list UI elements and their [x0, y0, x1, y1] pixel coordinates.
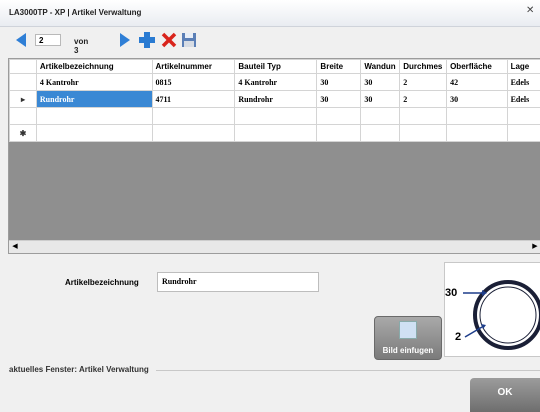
- table-cell[interactable]: [35, 124, 153, 142]
- table-cell[interactable]: Rundrohr: [234, 90, 318, 108]
- table-cell[interactable]: 2: [399, 90, 448, 108]
- wall-dimension-label: 2: [455, 331, 462, 343]
- status-text: aktuelles Fenster: Artikel Verwaltung: [9, 365, 149, 374]
- image-icon: [399, 321, 417, 339]
- row-selector[interactable]: ✱: [9, 124, 37, 142]
- row-selector[interactable]: [9, 107, 37, 125]
- articles-grid: Artikelbezeichnung Artikelnummer Bauteil T…: [8, 58, 540, 254]
- column-header[interactable]: Oberfläche: [446, 59, 508, 74]
- table-row[interactable]: 4 Kantrohr 0815 4 Kantrohr 30 30 2 42 Edels: [9, 73, 540, 91]
- scroll-left-icon[interactable]: ◀: [10, 241, 20, 253]
- previous-record-icon[interactable]: [14, 32, 28, 48]
- table-cell[interactable]: Rundrohr: [35, 90, 153, 108]
- record-count-label: von 3: [74, 37, 89, 55]
- table-cell[interactable]: [446, 107, 508, 125]
- table-header-row: Artikelbezeichnung Artikelnummer Bauteil T…: [9, 59, 540, 74]
- table-cell[interactable]: [506, 107, 540, 125]
- table-cell[interactable]: [234, 107, 318, 125]
- column-header[interactable]: Breite: [316, 59, 362, 74]
- column-header[interactable]: Lage: [506, 59, 540, 74]
- name-label: Artikelbezeichnung: [65, 278, 139, 287]
- table-row[interactable]: [9, 107, 540, 125]
- name-input[interactable]: Rundrohr: [157, 272, 319, 292]
- table-cell[interactable]: [446, 124, 508, 142]
- table-cell[interactable]: 30: [360, 73, 401, 91]
- column-header[interactable]: Durchmes: [399, 59, 448, 74]
- table-cell[interactable]: [35, 107, 153, 125]
- table-cell[interactable]: [360, 107, 401, 125]
- table-body: 4 Kantrohr 0815 4 Kantrohr 30 30 2 42 Edels ▸ Run…: [9, 73, 540, 142]
- column-header[interactable]: Artikelbezeichnung: [35, 59, 153, 74]
- table-cell[interactable]: [151, 124, 236, 142]
- table-cell[interactable]: 30: [316, 90, 362, 108]
- table-cell[interactable]: 4 Kantrohr: [35, 73, 153, 91]
- table-cell[interactable]: Edels: [506, 90, 540, 108]
- column-header[interactable]: Artikelnummer: [151, 59, 236, 74]
- articles-table: Artikelbezeichnung Artikelnummer Bauteil T…: [9, 59, 540, 142]
- table-cell[interactable]: 4711: [151, 90, 236, 108]
- next-record-icon[interactable]: [118, 32, 132, 48]
- save-icon[interactable]: [181, 32, 197, 48]
- table-cell[interactable]: 0815: [151, 73, 236, 91]
- table-cell[interactable]: 30: [360, 90, 401, 108]
- table-cell[interactable]: [151, 107, 236, 125]
- profile-image-panel: 30 2: [444, 262, 540, 357]
- row-selector[interactable]: [9, 73, 37, 91]
- column-header[interactable]: Wandun: [360, 59, 401, 74]
- table-cell[interactable]: [316, 107, 362, 125]
- delete-record-icon[interactable]: [160, 31, 178, 49]
- table-cell[interactable]: 42: [446, 73, 508, 91]
- status-divider: [156, 370, 540, 371]
- table-row[interactable]: ▸ Rundrohr 4711 Rundrohr 30 30 2 30 Edels: [9, 90, 540, 108]
- table-cell[interactable]: [316, 124, 362, 142]
- table-cell[interactable]: [360, 124, 401, 142]
- table-cell[interactable]: [399, 124, 448, 142]
- outer-dimension-label: 30: [445, 287, 458, 299]
- table-cell[interactable]: 2: [399, 73, 448, 91]
- table-cell[interactable]: 30: [446, 90, 508, 108]
- scroll-right-icon[interactable]: ▶: [530, 241, 540, 253]
- table-cell[interactable]: [506, 124, 540, 142]
- horizontal-scrollbar[interactable]: ◀ ▶: [9, 240, 540, 253]
- table-cell[interactable]: [234, 124, 318, 142]
- close-icon[interactable]: ✕: [526, 6, 536, 16]
- table-cell[interactable]: Edels: [506, 73, 540, 91]
- table-cell[interactable]: 4 Kantrohr: [234, 73, 318, 91]
- window-title: LA3000TP - XP | Artikel Verwaltung: [9, 8, 142, 17]
- add-record-icon[interactable]: [138, 31, 156, 49]
- row-header-corner: [9, 59, 37, 74]
- record-number-input[interactable]: 2: [35, 34, 61, 46]
- insert-image-button[interactable]: Bild einfugen: [374, 316, 442, 360]
- insert-image-label: Bild einfugen: [382, 346, 434, 355]
- table-cell[interactable]: 30: [316, 73, 362, 91]
- table-row[interactable]: ✱: [9, 124, 540, 142]
- ok-button[interactable]: OK: [470, 378, 540, 412]
- table-cell[interactable]: [399, 107, 448, 125]
- row-selector[interactable]: ▸: [9, 90, 37, 108]
- title-bar: LA3000TP - XP | Artikel Verwaltung ✕: [0, 0, 540, 27]
- column-header[interactable]: Bauteil Typ: [234, 59, 318, 74]
